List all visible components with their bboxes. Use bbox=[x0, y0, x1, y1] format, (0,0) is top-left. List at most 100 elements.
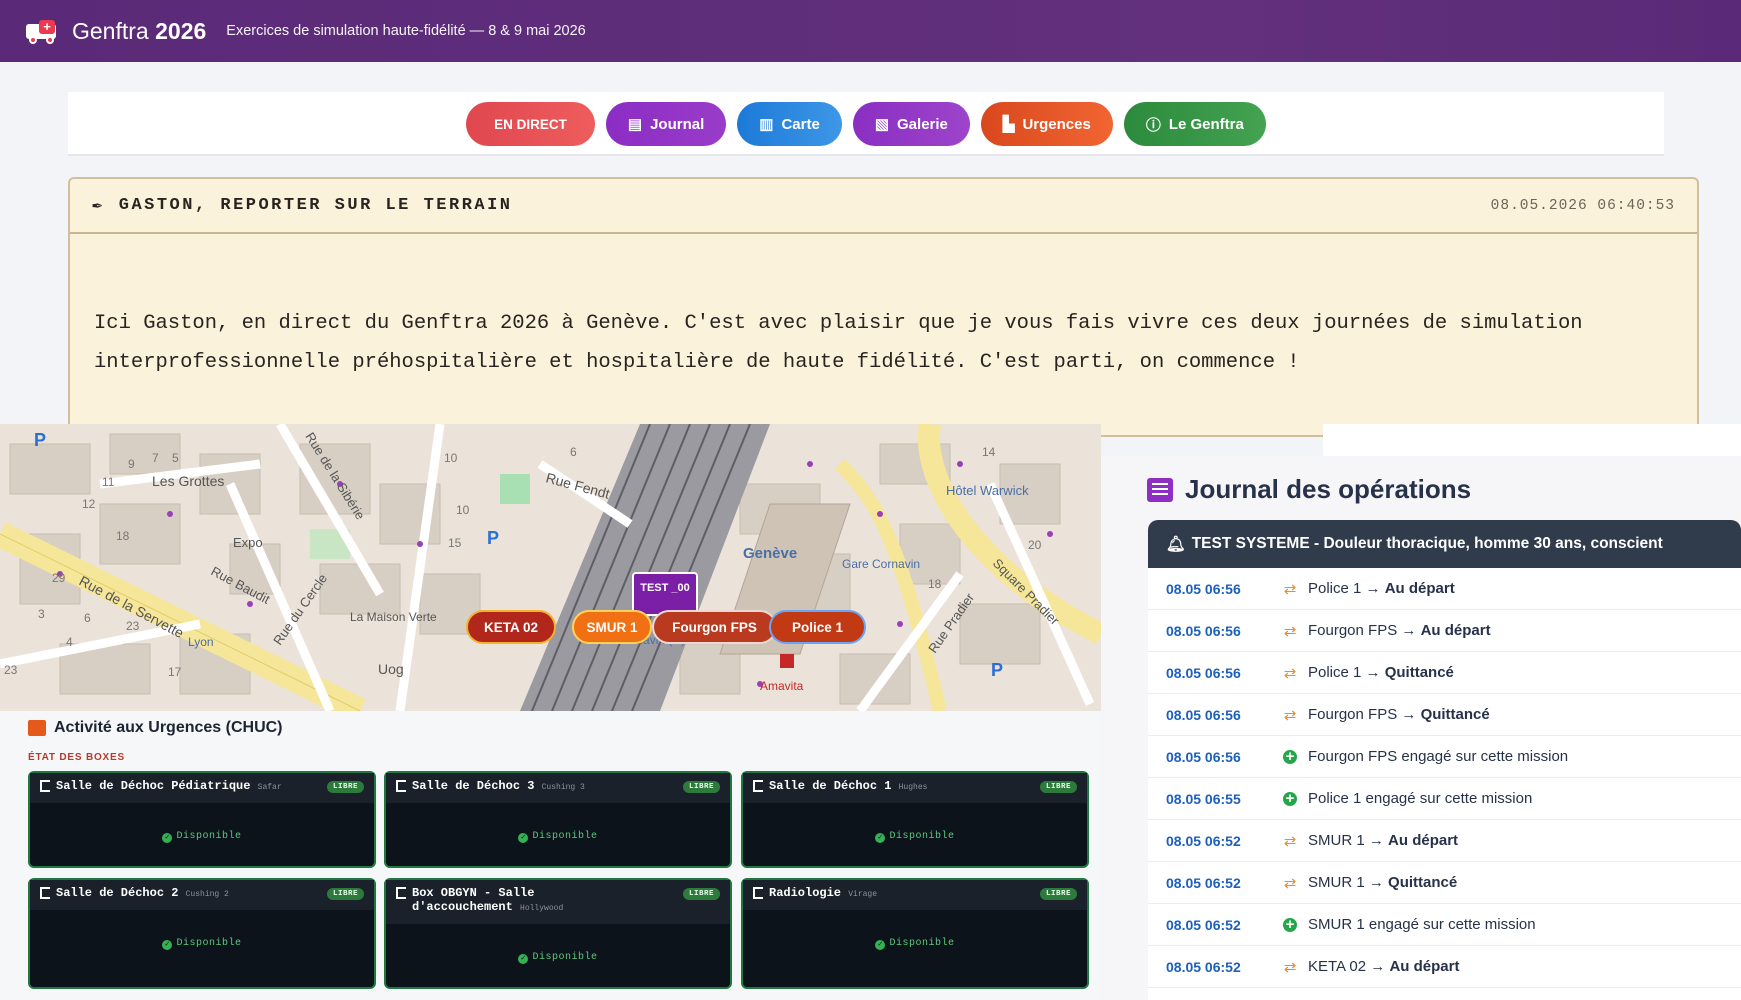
map-label-expo: Expo bbox=[233, 535, 263, 550]
box-status-text: Disponible bbox=[176, 938, 242, 949]
info-icon: ⓘ bbox=[1145, 116, 1161, 134]
map-num: 12 bbox=[82, 497, 96, 511]
journal-row[interactable]: 08.05 06:52 ⇄ KETA 02 → Au départ bbox=[1148, 946, 1741, 988]
map-marker-keta02[interactable]: KETA 02 bbox=[466, 610, 556, 644]
box-header: Box OBGYN - Salle d'accouchement Hollywo… bbox=[386, 880, 730, 924]
journal-row-text: SMUR 1 → Quittancé bbox=[1308, 874, 1457, 891]
journal-row[interactable]: 08.05 06:56 ⇄ Police 1 → Quittancé bbox=[1148, 652, 1741, 694]
urgence-box[interactable]: Salle de Déchoc 1 Hughes LIBRE ✓ Disponib… bbox=[741, 771, 1089, 868]
nav-journal-button[interactable]: ▤ Journal bbox=[605, 102, 727, 146]
box-name-wrap: Salle de Déchoc 1 Hughes bbox=[753, 779, 927, 793]
door-icon bbox=[396, 780, 406, 792]
nav-live-button[interactable]: EN DIRECT bbox=[466, 102, 595, 146]
journal-row-engage: engagé sur cette mission bbox=[1365, 790, 1533, 807]
top-header: + Genftra 2026 Exercices de simulation h… bbox=[0, 0, 1741, 62]
svg-text:P: P bbox=[991, 660, 1003, 680]
journal-row-status: Quittancé bbox=[1420, 706, 1490, 723]
journal-row-time: 08.05 06:52 bbox=[1166, 832, 1241, 849]
box-status-text: Disponible bbox=[889, 831, 955, 842]
journal-row[interactable]: 08.05 06:56 ⇄ Fourgon FPS → Quittancé bbox=[1148, 694, 1741, 736]
journal-row[interactable]: 08.05 06:56 ⇄ Fourgon FPS → Au départ bbox=[1148, 610, 1741, 652]
brand-title[interactable]: Genftra 2026 bbox=[72, 18, 206, 45]
map-marker-police1[interactable]: Police 1 bbox=[769, 610, 866, 644]
brand-name: Genftra bbox=[72, 17, 149, 44]
map-num: 11 bbox=[102, 475, 115, 489]
header-tagline: Exercices de simulation haute-fidélité —… bbox=[226, 23, 586, 39]
map-label-maison-verte: La Maison Verte bbox=[350, 610, 437, 624]
check-circle-icon: ✓ bbox=[162, 833, 173, 843]
status-badge: LIBRE bbox=[1039, 781, 1077, 793]
journal-row-time: 08.05 06:56 bbox=[1166, 706, 1241, 723]
box-status: ✓ Disponible bbox=[30, 831, 374, 843]
journal-row-unit: Fourgon FPS bbox=[1308, 706, 1398, 723]
map-marker-fourgon-fps[interactable]: Fourgon FPS bbox=[652, 610, 777, 644]
journal-row[interactable]: 08.05 06:56 ⇄ Police 1 → Au départ bbox=[1148, 568, 1741, 610]
box-sub: Cushing 2 bbox=[185, 890, 229, 899]
nav-galerie-label: Galerie bbox=[897, 115, 948, 133]
map-view[interactable]: P P P Les Grottes Expo La Maison Verte Uog… bbox=[0, 424, 1101, 711]
reporter-header: ✒ GASTON, REPORTER SUR LE TERRAIN 08.05.… bbox=[70, 179, 1697, 234]
journal-row[interactable]: 08.05 06:52 ⇄ SMUR 1 → Quittancé bbox=[1148, 862, 1741, 904]
journal-row-time: 08.05 06:55 bbox=[1166, 790, 1241, 807]
box-sub: Virage bbox=[848, 890, 878, 899]
journal-row-arrow: → bbox=[1368, 874, 1384, 891]
journal-row-unit: SMUR 1 bbox=[1308, 832, 1365, 849]
map-marker-smur1[interactable]: SMUR 1 bbox=[572, 610, 652, 644]
plus-circle-icon: + bbox=[1283, 917, 1297, 932]
journal-title: Journal des opérations bbox=[1147, 474, 1471, 505]
urgence-box[interactable]: Radiologie Virage LIBRE ✓ Disponible bbox=[741, 878, 1089, 989]
journal-mission-header[interactable]: 🔔︎ TEST SYSTEME - Douleur thoracique, ho… bbox=[1148, 520, 1741, 568]
map-num: 3 bbox=[38, 607, 45, 621]
journal-row-time: 08.05 06:52 bbox=[1166, 874, 1241, 891]
map-num: 18 bbox=[928, 577, 942, 591]
route-icon: ⇄ bbox=[1283, 622, 1297, 640]
journal-row-unit: SMUR 1 bbox=[1308, 874, 1365, 891]
map-num: 4 bbox=[66, 635, 73, 649]
box-status: ✓ Disponible bbox=[386, 831, 730, 843]
status-badge: LIBRE bbox=[326, 781, 364, 793]
urgences-title: Activité aux Urgences (CHUC) bbox=[28, 719, 283, 737]
nav-journal-label: Journal bbox=[650, 115, 705, 133]
journal-row-status: Au départ bbox=[1388, 832, 1459, 849]
map-num: 14 bbox=[982, 445, 996, 459]
journal-row[interactable]: 08.05 06:52 ⇄ SMUR 1 → Au départ bbox=[1148, 820, 1741, 862]
journal-row[interactable]: 08.05 06:52 + SMUR 1 engagé sur cette miss… bbox=[1148, 904, 1741, 946]
box-status-text: Disponible bbox=[176, 831, 242, 842]
check-circle-icon: ✓ bbox=[518, 833, 529, 843]
bell-icon: 🔔︎ bbox=[1166, 535, 1186, 553]
nav-galerie-button[interactable]: ▧ Galerie bbox=[852, 102, 970, 146]
urgence-box[interactable]: Box OBGYN - Salle d'accouchement Hollywo… bbox=[384, 878, 732, 989]
status-badge: LIBRE bbox=[1039, 888, 1077, 900]
map-num: 23 bbox=[126, 619, 140, 633]
journal-row-unit: Police 1 bbox=[1308, 580, 1362, 597]
route-icon: ⇄ bbox=[1283, 832, 1297, 850]
route-icon: ⇄ bbox=[1283, 706, 1297, 724]
map-num: 5 bbox=[172, 451, 179, 465]
map-num: 18 bbox=[116, 529, 130, 543]
nav-carte-button[interactable]: ▥ Carte bbox=[737, 102, 842, 146]
journal-mission-title: TEST SYSTEME - Douleur thoracique, homme… bbox=[1191, 535, 1663, 552]
journal-row[interactable]: 08.05 06:56 + Fourgon FPS engagé sur cette… bbox=[1148, 736, 1741, 778]
nav-genftra-button[interactable]: ⓘ Le Genftra bbox=[1123, 102, 1266, 146]
journal-row-unit: SMUR 1 bbox=[1308, 916, 1365, 933]
urgence-box[interactable]: Salle de Déchoc Pédiatrique Safar LIBRE … bbox=[28, 771, 376, 868]
hospital-icon: ▙ bbox=[1002, 116, 1015, 133]
map-num: 17 bbox=[168, 665, 182, 679]
map-num: 6 bbox=[570, 445, 577, 459]
map-num: 7 bbox=[152, 451, 159, 465]
check-circle-icon: ✓ bbox=[518, 954, 529, 964]
journal-row-text: SMUR 1 → Au départ bbox=[1308, 832, 1458, 849]
journal-row-text: SMUR 1 engagé sur cette mission bbox=[1308, 916, 1536, 933]
box-header: Salle de Déchoc 3 Cushing 3 LIBRE bbox=[386, 773, 730, 803]
journal-row[interactable]: 08.05 06:55 + Police 1 engagé sur cette mi… bbox=[1148, 778, 1741, 820]
box-name: Salle de Déchoc 2 bbox=[56, 886, 179, 900]
ambulance-icon: + bbox=[26, 20, 58, 44]
urgence-box[interactable]: Salle de Déchoc 2 Cushing 2 LIBRE ✓ Dispo… bbox=[28, 878, 376, 989]
plus-circle-icon: + bbox=[1283, 749, 1297, 764]
route-icon: ⇄ bbox=[1283, 874, 1297, 892]
journal-row-status: Au départ bbox=[1384, 580, 1455, 597]
nav-urgences-button[interactable]: ▙ Urgences bbox=[980, 102, 1113, 146]
journal-row-text: Police 1 → Au départ bbox=[1308, 580, 1455, 597]
urgence-box[interactable]: Salle de Déchoc 3 Cushing 3 LIBRE ✓ Dispo… bbox=[384, 771, 732, 868]
reporter-text: Ici Gaston, en direct du Genftra 2026 à … bbox=[94, 312, 1583, 374]
